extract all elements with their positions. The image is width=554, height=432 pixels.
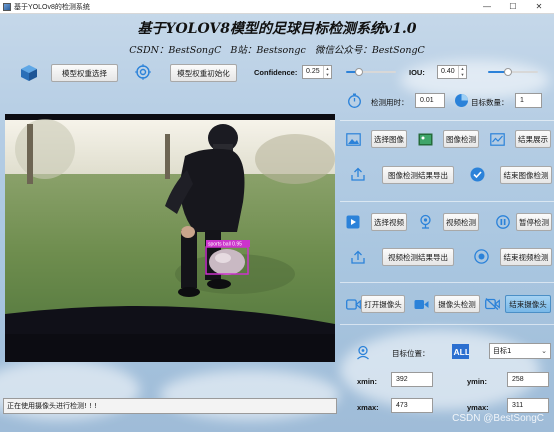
xmin-label: xmin:: [357, 377, 378, 386]
video-detect-icon: [417, 213, 433, 229]
stop-video-detect-button[interactable]: 结束视频检测: [500, 248, 552, 266]
minimize-button[interactable]: —: [474, 0, 500, 14]
camera-detect-icon: [413, 296, 429, 312]
iou-spinbox[interactable]: 0.40 ▲ ▼: [437, 65, 467, 79]
iou-slider-thumb[interactable]: [504, 68, 512, 76]
target-count-field: 1: [515, 93, 542, 108]
window-titlebar: 基于YOLOv8的检测系统 — ☐ ✕: [0, 0, 554, 14]
pause-detect-button[interactable]: 暂停检测: [516, 213, 552, 231]
confidence-slider[interactable]: [346, 67, 396, 77]
pie-chart-icon: [453, 92, 469, 108]
divider: [340, 201, 554, 202]
watermark: CSDN @BestSongC: [452, 413, 544, 424]
iou-label: IOU:: [409, 68, 425, 77]
camera-detect-button[interactable]: 摄像头检测: [434, 295, 480, 313]
xmax-label: xmax:: [357, 403, 379, 412]
pause-icon: [495, 214, 511, 230]
close-button[interactable]: ✕: [526, 0, 552, 14]
confidence-slider-thumb[interactable]: [354, 68, 363, 76]
xmax-field: 473: [391, 398, 433, 413]
image-detect-button[interactable]: 图像检测: [443, 130, 479, 148]
stopwatch-icon: [346, 92, 362, 108]
spin-arrows-icon[interactable]: ▲ ▼: [458, 66, 466, 78]
select-image-button[interactable]: 选择图像: [371, 130, 407, 148]
page-title: 基于YOLOV8模型的足球目标检测系统v1.0: [137, 21, 417, 37]
svg-text:ALL: ALL: [453, 347, 469, 357]
select-weights-button[interactable]: 模型权重选择: [51, 64, 118, 82]
chevron-down-icon[interactable]: ⌄: [541, 344, 547, 358]
export-image-result-button[interactable]: 图像检测结果导出: [382, 166, 454, 184]
target-select-value: 目标1: [493, 347, 512, 355]
page-subtitle: CSDN：BestSongC B站：Bestsongc 微信公众号：BestSo…: [129, 45, 425, 56]
detection-label: sports ball 0.95: [208, 242, 242, 248]
stop-circle-icon: [473, 248, 489, 264]
app-icon: [3, 2, 11, 11]
camera-icon: [345, 296, 361, 312]
video-detect-button[interactable]: 视频检测: [443, 213, 479, 231]
image-detect-icon: [417, 131, 433, 147]
detect-time-label: 检测用时：: [371, 98, 409, 107]
show-result-button[interactable]: 结果展示: [515, 130, 551, 148]
confidence-value: 0.25: [306, 68, 320, 75]
init-weights-button[interactable]: 模型权重初始化: [170, 64, 237, 82]
detection-display: sports ball 0.95: [5, 114, 335, 362]
ymin-field: 258: [507, 372, 549, 387]
iou-value: 0.40: [441, 68, 455, 75]
divider: [340, 282, 554, 283]
all-targets-icon: ALL: [451, 343, 469, 360]
divider: [340, 120, 554, 121]
video-file-icon: [345, 214, 361, 230]
export-icon: [350, 249, 366, 265]
xmin-field: 392: [391, 372, 433, 387]
select-video-button[interactable]: 选择视频: [371, 213, 407, 231]
target-count-label: 目标数量：: [471, 98, 509, 107]
check-circle-icon: [469, 166, 485, 182]
camera-off-icon: [484, 296, 500, 312]
iou-slider[interactable]: [488, 67, 538, 77]
target-select[interactable]: 目标1 ⌄: [489, 343, 551, 359]
stop-camera-button[interactable]: 结束摄像头: [505, 295, 551, 313]
export-video-result-button[interactable]: 视频检测结果导出: [382, 248, 454, 266]
confidence-label: Confidence:: [254, 68, 298, 77]
open-camera-button[interactable]: 打开摄像头: [361, 295, 405, 313]
stop-image-detect-button[interactable]: 结束图像检测: [500, 166, 552, 184]
settings-target-icon: [134, 63, 152, 81]
result-chart-icon: [489, 131, 505, 147]
image-icon: [345, 131, 361, 147]
maximize-button[interactable]: ☐: [500, 0, 526, 14]
target-position-label: 目标位置：: [392, 349, 430, 358]
window-title: 基于YOLOv8的检测系统: [14, 3, 90, 11]
detect-time-field: 0.01: [415, 93, 445, 108]
location-pin-icon: [355, 344, 371, 360]
export-icon: [350, 166, 366, 182]
divider: [340, 324, 554, 325]
ymin-label: ymin:: [467, 377, 488, 386]
status-bar: 正在使用摄像头进行检测! ! !: [3, 398, 337, 414]
ymax-field: 311: [507, 398, 549, 413]
confidence-spinbox[interactable]: 0.25 ▲ ▼: [302, 65, 332, 79]
ymax-label: ymax:: [467, 403, 489, 412]
cube-icon: [19, 63, 39, 83]
spin-arrows-icon[interactable]: ▲ ▼: [323, 66, 331, 78]
